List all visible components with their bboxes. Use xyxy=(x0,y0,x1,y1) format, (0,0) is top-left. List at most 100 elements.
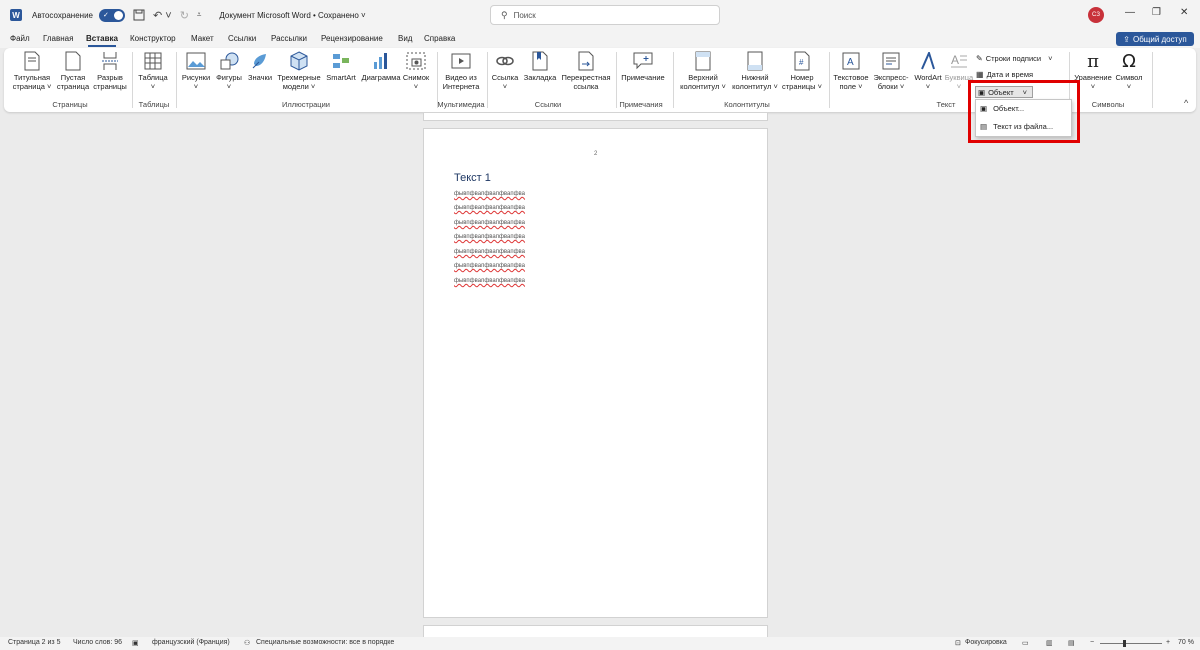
tab-view[interactable]: Вид xyxy=(398,34,412,43)
screenshot-icon xyxy=(406,51,426,71)
chart-button[interactable]: Диаграмма xyxy=(359,51,403,82)
accessibility-icon[interactable]: ⚇ xyxy=(244,639,250,647)
tab-insert[interactable]: Вставка xyxy=(86,34,118,47)
3d-models-button[interactable]: Трехмерные модели ˅ xyxy=(274,51,324,91)
wordart-icon xyxy=(918,51,938,71)
table-button[interactable]: Таблица ˅ xyxy=(136,51,170,91)
tab-review[interactable]: Рецензирование xyxy=(321,34,383,43)
focus-icon[interactable]: ⊡ xyxy=(955,639,961,647)
shapes-button[interactable]: Фигуры ˅ xyxy=(214,51,244,91)
group-label-symbols: Символы xyxy=(1091,100,1125,109)
bookmark-icon xyxy=(530,51,550,71)
minimize-icon[interactable]: — xyxy=(1125,7,1135,18)
page-number: 2 xyxy=(594,151,598,157)
paragraph-line[interactable]: фывпфвапфвапфвапфва xyxy=(454,234,525,240)
restore-icon[interactable]: ❐ xyxy=(1152,7,1161,18)
tab-layout[interactable]: Макет xyxy=(191,34,214,43)
focus-mode[interactable]: Фокусировка xyxy=(965,639,1007,646)
smartart-button[interactable]: SmartArt xyxy=(322,51,360,82)
save-icon[interactable] xyxy=(133,9,145,21)
bookmark-button[interactable]: Закладка xyxy=(522,51,558,82)
language-indicator[interactable]: французский (Франция) xyxy=(152,639,230,646)
annotation-highlight xyxy=(968,80,1080,143)
signature-line-button[interactable]: ✎ Строки подписи ˅ xyxy=(976,54,1052,63)
page-indicator[interactable]: Страница 2 из 5 xyxy=(8,639,60,646)
share-icon: ⇪ xyxy=(1123,34,1130,44)
screenshot-button[interactable]: Снимок ˅ xyxy=(400,51,432,91)
quick-parts-button[interactable]: Экспресс- блоки ˅ xyxy=(871,51,911,91)
zoom-level[interactable]: 70 % xyxy=(1178,639,1194,646)
zoom-in-icon[interactable]: + xyxy=(1166,639,1170,646)
paragraph-line[interactable]: фывпфвапфвапфвапфва xyxy=(454,205,525,211)
proofing-icon[interactable]: ▣ xyxy=(132,639,139,647)
group-label-comments: Примечания xyxy=(619,100,663,109)
tab-home[interactable]: Главная xyxy=(43,34,73,43)
print-layout-icon[interactable]: ▥ xyxy=(1046,639,1053,647)
group-label-links: Ссылки xyxy=(534,100,562,109)
svg-text:A: A xyxy=(951,53,959,67)
collapse-ribbon-icon[interactable]: ^ xyxy=(1184,98,1188,108)
close-icon[interactable]: ✕ xyxy=(1180,7,1188,18)
previous-page xyxy=(423,113,768,121)
blank-page-button[interactable]: Пустая страница xyxy=(56,51,90,91)
symbol-button[interactable]: Ω Символ ˅ xyxy=(1112,51,1146,91)
share-button[interactable]: ⇪ Общий доступ xyxy=(1116,32,1194,46)
tab-file[interactable]: Файл xyxy=(10,34,30,43)
page-number-button[interactable]: # Номер страницы ˅ xyxy=(780,51,824,91)
title-page-icon xyxy=(22,51,42,71)
footer-button[interactable]: Нижний колонтитул ˅ xyxy=(728,51,782,91)
document-heading[interactable]: Текст 1 xyxy=(454,172,491,184)
comment-button[interactable]: Примечание xyxy=(618,51,668,82)
icons-button[interactable]: Значки xyxy=(245,51,275,82)
tab-references[interactable]: Ссылки xyxy=(228,34,256,43)
chevron-down-icon: ˅ xyxy=(1048,54,1053,63)
cross-reference-button[interactable]: Перекрестная ссылка xyxy=(558,51,614,91)
3d-models-icon xyxy=(289,51,309,71)
date-time-button[interactable]: ▦ Дата и время xyxy=(976,70,1033,79)
autosave-toggle[interactable]: ✓ xyxy=(98,8,125,22)
tab-help[interactable]: Справка xyxy=(424,34,455,43)
paragraph-line[interactable]: фывпфвапфвапфвапфва xyxy=(454,191,525,197)
shapes-icon xyxy=(219,51,239,71)
page-break-button[interactable]: Разрыв страницы xyxy=(92,51,128,91)
cross-reference-icon xyxy=(576,51,596,71)
group-label-header-footer: Колонтитулы xyxy=(724,100,770,109)
search-input[interactable]: ⚲ Поиск xyxy=(490,5,720,25)
avatar[interactable]: СЗ xyxy=(1088,7,1104,23)
blank-page-icon xyxy=(63,51,83,71)
title-page-button[interactable]: Титульная страница ˅ xyxy=(12,51,52,91)
word-count[interactable]: Число слов: 96 xyxy=(73,639,122,646)
document-page[interactable]: 2 Текст 1 фывпфвапфвапфвапфва фывпфвапфв… xyxy=(423,128,768,618)
online-video-button[interactable]: Видео из Интернета xyxy=(441,51,481,91)
page-number-icon: # xyxy=(792,51,812,71)
header-icon xyxy=(693,51,713,71)
symbol-icon: Ω xyxy=(1122,50,1136,72)
web-layout-icon[interactable]: ▤ xyxy=(1068,639,1075,647)
document-title[interactable]: Документ Microsoft Word • Сохранено ˅ xyxy=(219,11,365,20)
zoom-out-icon[interactable]: − xyxy=(1090,639,1094,646)
undo-icon[interactable]: ↶ ˅ xyxy=(153,9,172,22)
pictures-button[interactable]: Рисунки ˅ xyxy=(180,51,212,91)
text-box-button[interactable]: A Текстовое поле ˅ xyxy=(831,51,871,91)
word-logo-icon: W xyxy=(10,9,22,21)
header-button[interactable]: Верхний колонтитул ˅ xyxy=(676,51,730,91)
svg-text:A: A xyxy=(847,57,854,68)
zoom-slider[interactable] xyxy=(1100,643,1162,644)
link-button[interactable]: Ссылка ˅ xyxy=(490,51,520,91)
zoom-slider-thumb[interactable] xyxy=(1123,640,1126,647)
paragraph-line[interactable]: фывпфвапфвапфвапфва xyxy=(454,278,525,284)
customize-quick-access-icon[interactable]: ⩡ xyxy=(197,10,202,20)
redo-icon[interactable]: ↻ xyxy=(180,9,189,22)
drop-cap-icon: A xyxy=(949,51,969,71)
paragraph-line[interactable]: фывпфвапфвапфвапфва xyxy=(454,249,525,255)
accessibility-status[interactable]: Специальные возможности: все в порядке xyxy=(256,639,394,646)
footer-icon xyxy=(745,51,765,71)
tab-mailings[interactable]: Рассылки xyxy=(271,34,307,43)
read-mode-icon[interactable]: ▭ xyxy=(1022,639,1029,647)
wordart-button[interactable]: WordArt ˅ xyxy=(911,51,945,91)
paragraph-line[interactable]: фывпфвапфвапфвапфва xyxy=(454,263,525,269)
search-icon: ⚲ xyxy=(501,9,508,20)
chart-icon xyxy=(371,51,391,71)
tab-design[interactable]: Конструктор xyxy=(130,34,176,43)
paragraph-line[interactable]: фывпфвапфвапфвапфва xyxy=(454,220,525,226)
